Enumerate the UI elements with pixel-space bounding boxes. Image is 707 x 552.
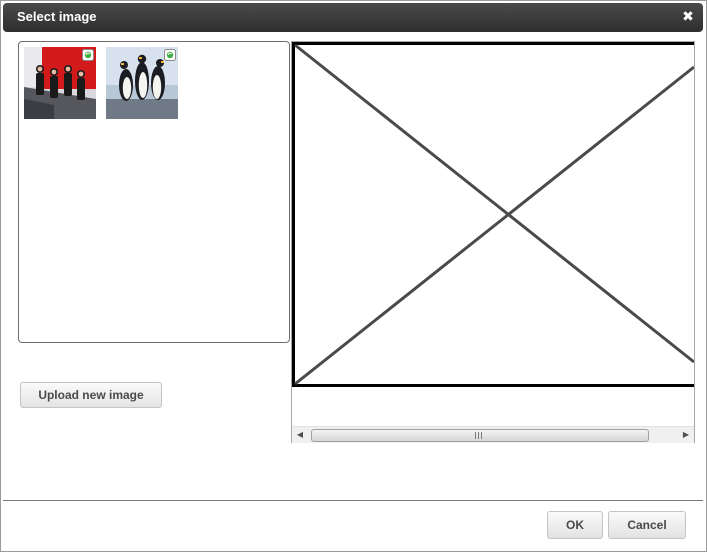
image-gallery [18,41,290,343]
dialog-titlebar[interactable]: Select image ✖ [3,3,703,32]
gallery-thumbnail-penguins[interactable] [106,47,178,119]
scroll-left-arrow[interactable]: ◀ [295,430,305,440]
image-preview-pane: ◀ ▶ [291,41,695,443]
scroll-thumb[interactable] [311,429,649,442]
ok-button[interactable]: OK [547,511,603,539]
upload-new-image-button[interactable]: Upload new image [20,382,162,408]
gallery-thumbnail-band[interactable] [24,47,96,119]
dialog-title: Select image [17,9,97,24]
close-icon[interactable]: ✖ [681,8,695,26]
image-placeholder-icon [292,42,694,387]
scroll-right-arrow[interactable]: ▶ [681,430,691,440]
cancel-button[interactable]: Cancel [608,511,686,539]
select-image-dialog: Select image ✖ Upload new image ◀ ▶ OK C… [0,0,707,552]
scroll-grip-icon [475,432,483,439]
horizontal-scrollbar[interactable]: ◀ ▶ [292,426,694,443]
footer-divider [3,500,703,501]
refresh-icon[interactable] [82,49,94,61]
refresh-icon[interactable] [164,49,176,61]
